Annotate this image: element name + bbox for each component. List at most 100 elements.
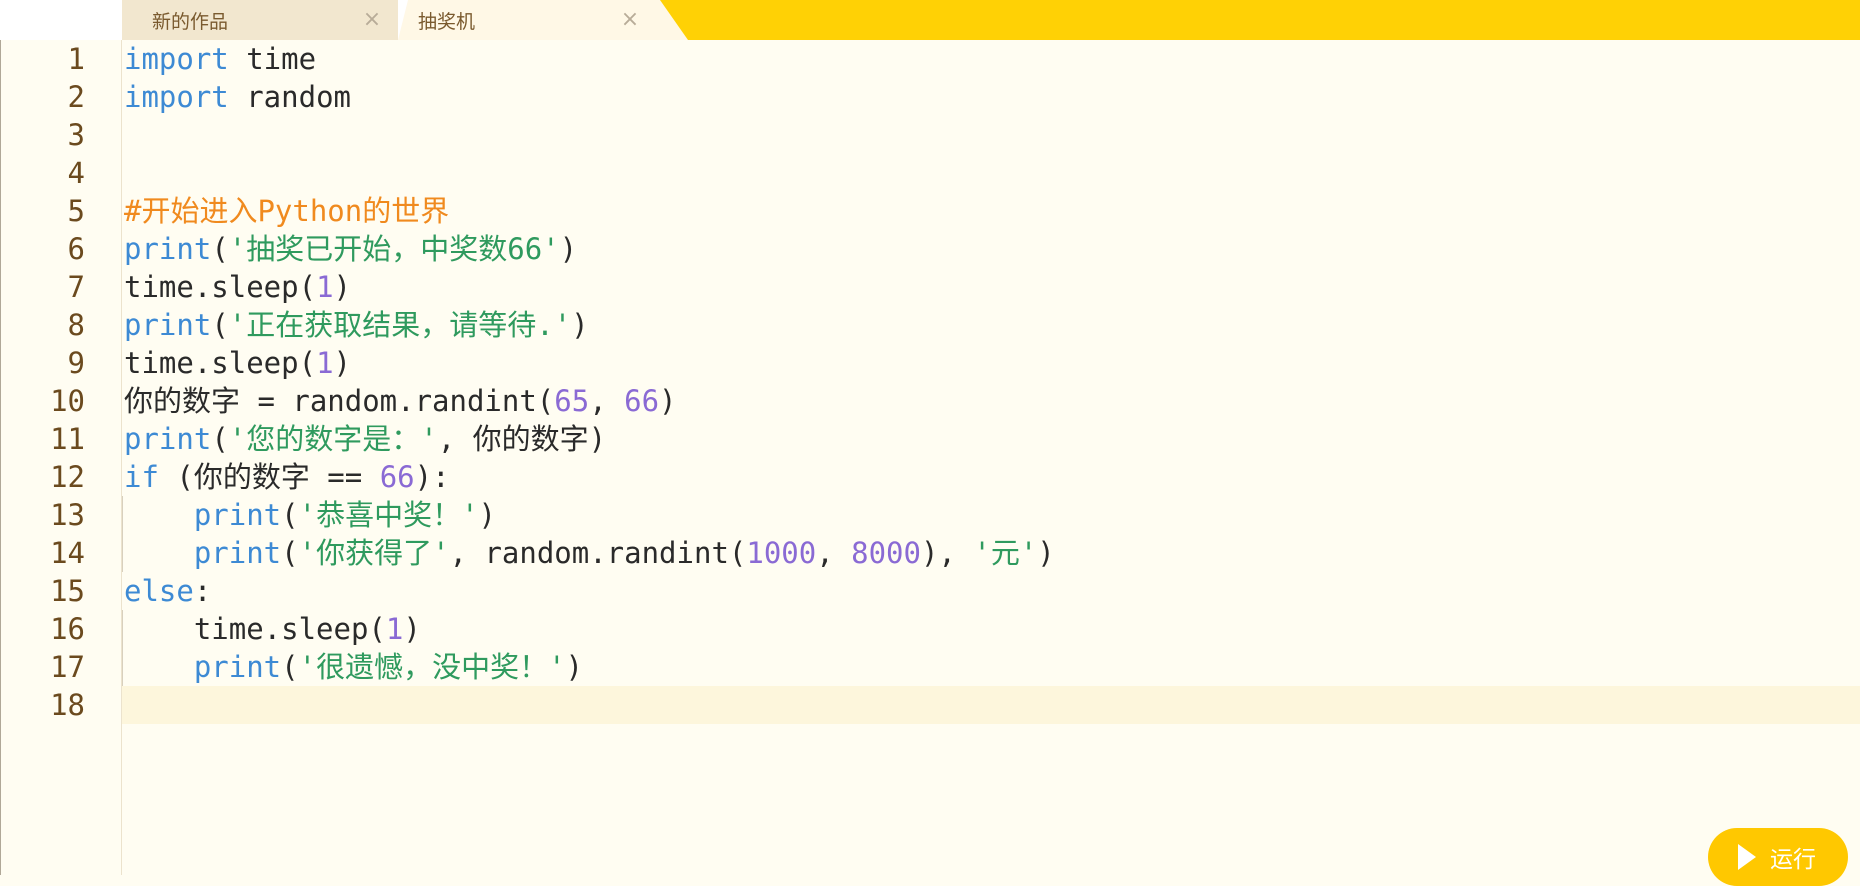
code-token: #开始进入Python的世界 (124, 194, 450, 228)
code-text: else: (124, 572, 211, 610)
code-token: ) (478, 498, 497, 532)
code-line[interactable]: time.sleep(1) (122, 610, 1860, 648)
code-text: print('恭喜中奖！') (124, 496, 496, 534)
code-token: random (228, 80, 351, 114)
indent-guide (122, 610, 123, 648)
code-line[interactable]: time.sleep(1) (122, 268, 1860, 306)
line-number-gutter: 1 2 3 4 5 6 7 8 9 10 11 12 13 14 15 16 17 18 (0, 40, 122, 875)
code-token: print (193, 536, 282, 570)
line-number: 8 (67, 308, 85, 342)
code-token: print (124, 308, 212, 342)
code-token: ( (211, 422, 229, 456)
code-line[interactable]: print('恭喜中奖！') (122, 496, 1860, 534)
line-number: 7 (67, 270, 85, 304)
line-number: 3 (67, 118, 85, 152)
code-token: '正在获取结果，请等待.' (228, 308, 572, 342)
code-line[interactable]: print('正在获取结果，请等待.') (122, 306, 1860, 344)
code-token: ) (559, 232, 578, 266)
code-token: 66 (379, 460, 415, 494)
code-line[interactable] (122, 116, 1860, 154)
line-number: 12 (50, 460, 85, 494)
code-token: print (193, 498, 282, 532)
tab-lottery[interactable]: 抽奖机 × (398, 0, 688, 40)
tab-label: 新的作品 (152, 10, 229, 33)
code-text: print('很遗憾，没中奖！') (124, 648, 583, 686)
code-line[interactable]: time.sleep(1) (122, 344, 1860, 382)
code-token: else (124, 574, 194, 608)
line-number: 6 (67, 232, 85, 266)
run-button[interactable]: 运行 (1708, 828, 1848, 886)
code-line[interactable]: import random (122, 78, 1860, 116)
code-token: time (228, 42, 317, 76)
close-icon[interactable]: × (618, 8, 642, 32)
code-line[interactable] (122, 154, 1860, 192)
code-token: (你的数字 == (158, 460, 380, 494)
line-number: 16 (50, 612, 85, 646)
tab-new-work[interactable]: 新的作品 × (122, 0, 398, 40)
code-token: 1 (316, 270, 334, 304)
code-text: #开始进入Python的世界 (124, 192, 449, 230)
code-token: ) (571, 308, 589, 342)
code-token: 1 (316, 346, 334, 380)
code-line[interactable]: 你的数字 = random.randint(65, 66) (122, 382, 1860, 420)
code-text: import random (124, 78, 351, 116)
code-token: if (124, 460, 159, 494)
code-editor[interactable]: import time import random #开始进入Python的世界 pr… (122, 40, 1860, 875)
code-text: print('您的数字是：', 你的数字) (124, 420, 606, 458)
play-icon (1738, 844, 1756, 870)
code-line[interactable]: if (你的数字 == 66): (122, 458, 1860, 496)
line-number: 5 (67, 194, 85, 228)
code-token: 66 (624, 384, 660, 418)
code-line[interactable]: else: (122, 572, 1860, 610)
code-line[interactable]: print('您的数字是：', 你的数字) (122, 420, 1860, 458)
line-number: 10 (50, 384, 85, 418)
indent-guide (122, 496, 123, 534)
code-token: import (124, 42, 229, 76)
close-icon[interactable]: × (360, 8, 384, 32)
code-text: time.sleep(1) (124, 344, 351, 382)
code-token: time.sleep( (124, 612, 386, 646)
code-token: ) (333, 346, 351, 380)
indent-guide (122, 534, 123, 572)
code-text: 你的数字 = random.randint(65, 66) (124, 382, 677, 420)
tab-bar-accent (660, 0, 1860, 40)
code-token: ) (403, 612, 421, 646)
code-text: time.sleep(1) (124, 268, 351, 306)
code-token: '元' (973, 536, 1038, 570)
line-number: 4 (67, 156, 85, 190)
code-token: , (816, 536, 852, 570)
code-token: ( (211, 232, 229, 266)
tab-label: 抽奖机 (418, 10, 476, 33)
code-token: 1000 (746, 536, 817, 570)
code-token: '抽奖已开始，中奖数66' (228, 232, 560, 266)
code-line[interactable] (122, 686, 1860, 724)
code-token: '您的数字是：' (228, 422, 438, 456)
code-token: , 你的数字) (437, 422, 607, 456)
code-line[interactable]: print('很遗憾，没中奖！') (122, 648, 1860, 686)
line-number: 11 (50, 422, 85, 456)
code-line[interactable]: print('抽奖已开始，中奖数66') (122, 230, 1860, 268)
code-token: ): (414, 460, 450, 494)
line-number: 1 (67, 42, 85, 76)
code-token: 8000 (851, 536, 921, 570)
line-number: 18 (50, 688, 85, 722)
line-number: 9 (67, 346, 85, 380)
code-text: time.sleep(1) (124, 610, 421, 648)
code-token: print (124, 422, 212, 456)
code-token: ( (281, 536, 299, 570)
run-button-label: 运行 (1770, 847, 1816, 873)
code-token: print (124, 232, 212, 266)
line-number: 17 (50, 650, 85, 684)
line-number: 13 (50, 498, 85, 532)
code-line[interactable]: import time (122, 40, 1860, 78)
code-text: if (你的数字 == 66): (124, 458, 450, 496)
code-line[interactable]: #开始进入Python的世界 (122, 192, 1860, 230)
code-token: time.sleep( (124, 346, 317, 380)
code-token: 1 (385, 612, 404, 646)
code-token: '恭喜中奖！' (298, 498, 479, 532)
code-token: ) (333, 270, 351, 304)
code-line[interactable]: print('你获得了', random.randint(1000, 8000)… (122, 534, 1860, 572)
